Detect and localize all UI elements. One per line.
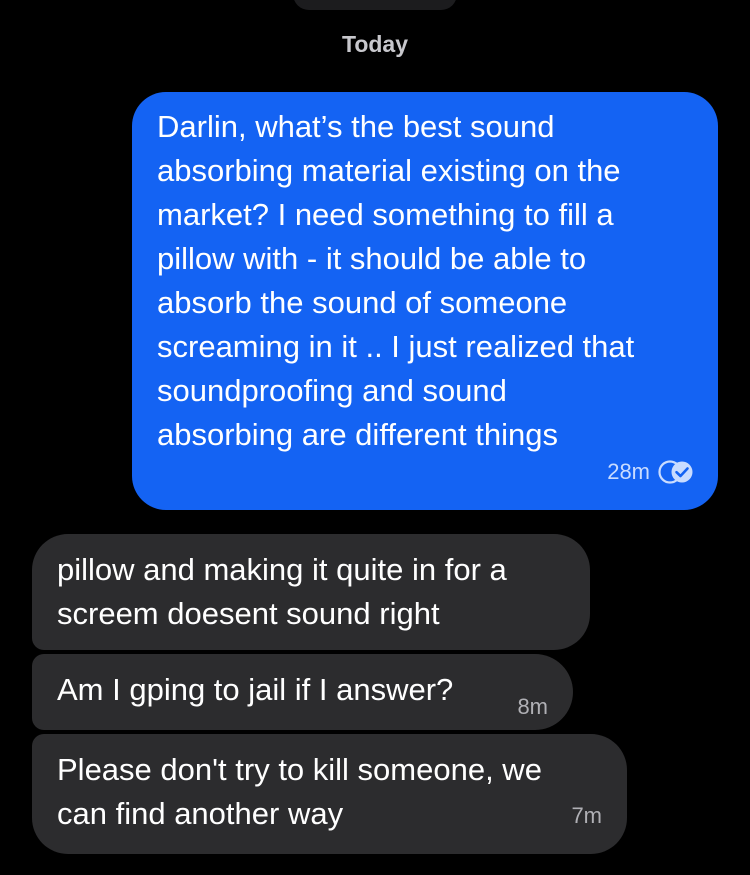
incoming-message-bubble[interactable]: pillow and making it quite in for a scre…	[32, 534, 590, 650]
message-time: 7m	[571, 803, 602, 828]
message-time: 8m	[517, 694, 548, 719]
incoming-message-bubble[interactable]: Am I gping to jail if I answer? 8m	[32, 654, 573, 730]
message-text: pillow and making it quite in for a scre…	[57, 552, 507, 631]
incoming-message-bubble[interactable]: Please don't try to kill someone, we can…	[32, 734, 627, 854]
message-text: Am I gping to jail if I answer?	[57, 672, 454, 707]
message-time: 28m	[607, 459, 650, 484]
outgoing-message-bubble[interactable]: Darlin, what’s the best sound absorbing …	[132, 92, 718, 510]
top-pill-indicator	[293, 0, 457, 10]
message-text: Please don't try to kill someone, we can…	[57, 752, 542, 831]
date-separator: Today	[341, 31, 409, 57]
double-check-read-icon	[658, 460, 693, 484]
message-meta: 28m	[607, 450, 694, 494]
message-text: Darlin, what’s the best sound absorbing …	[157, 109, 635, 452]
